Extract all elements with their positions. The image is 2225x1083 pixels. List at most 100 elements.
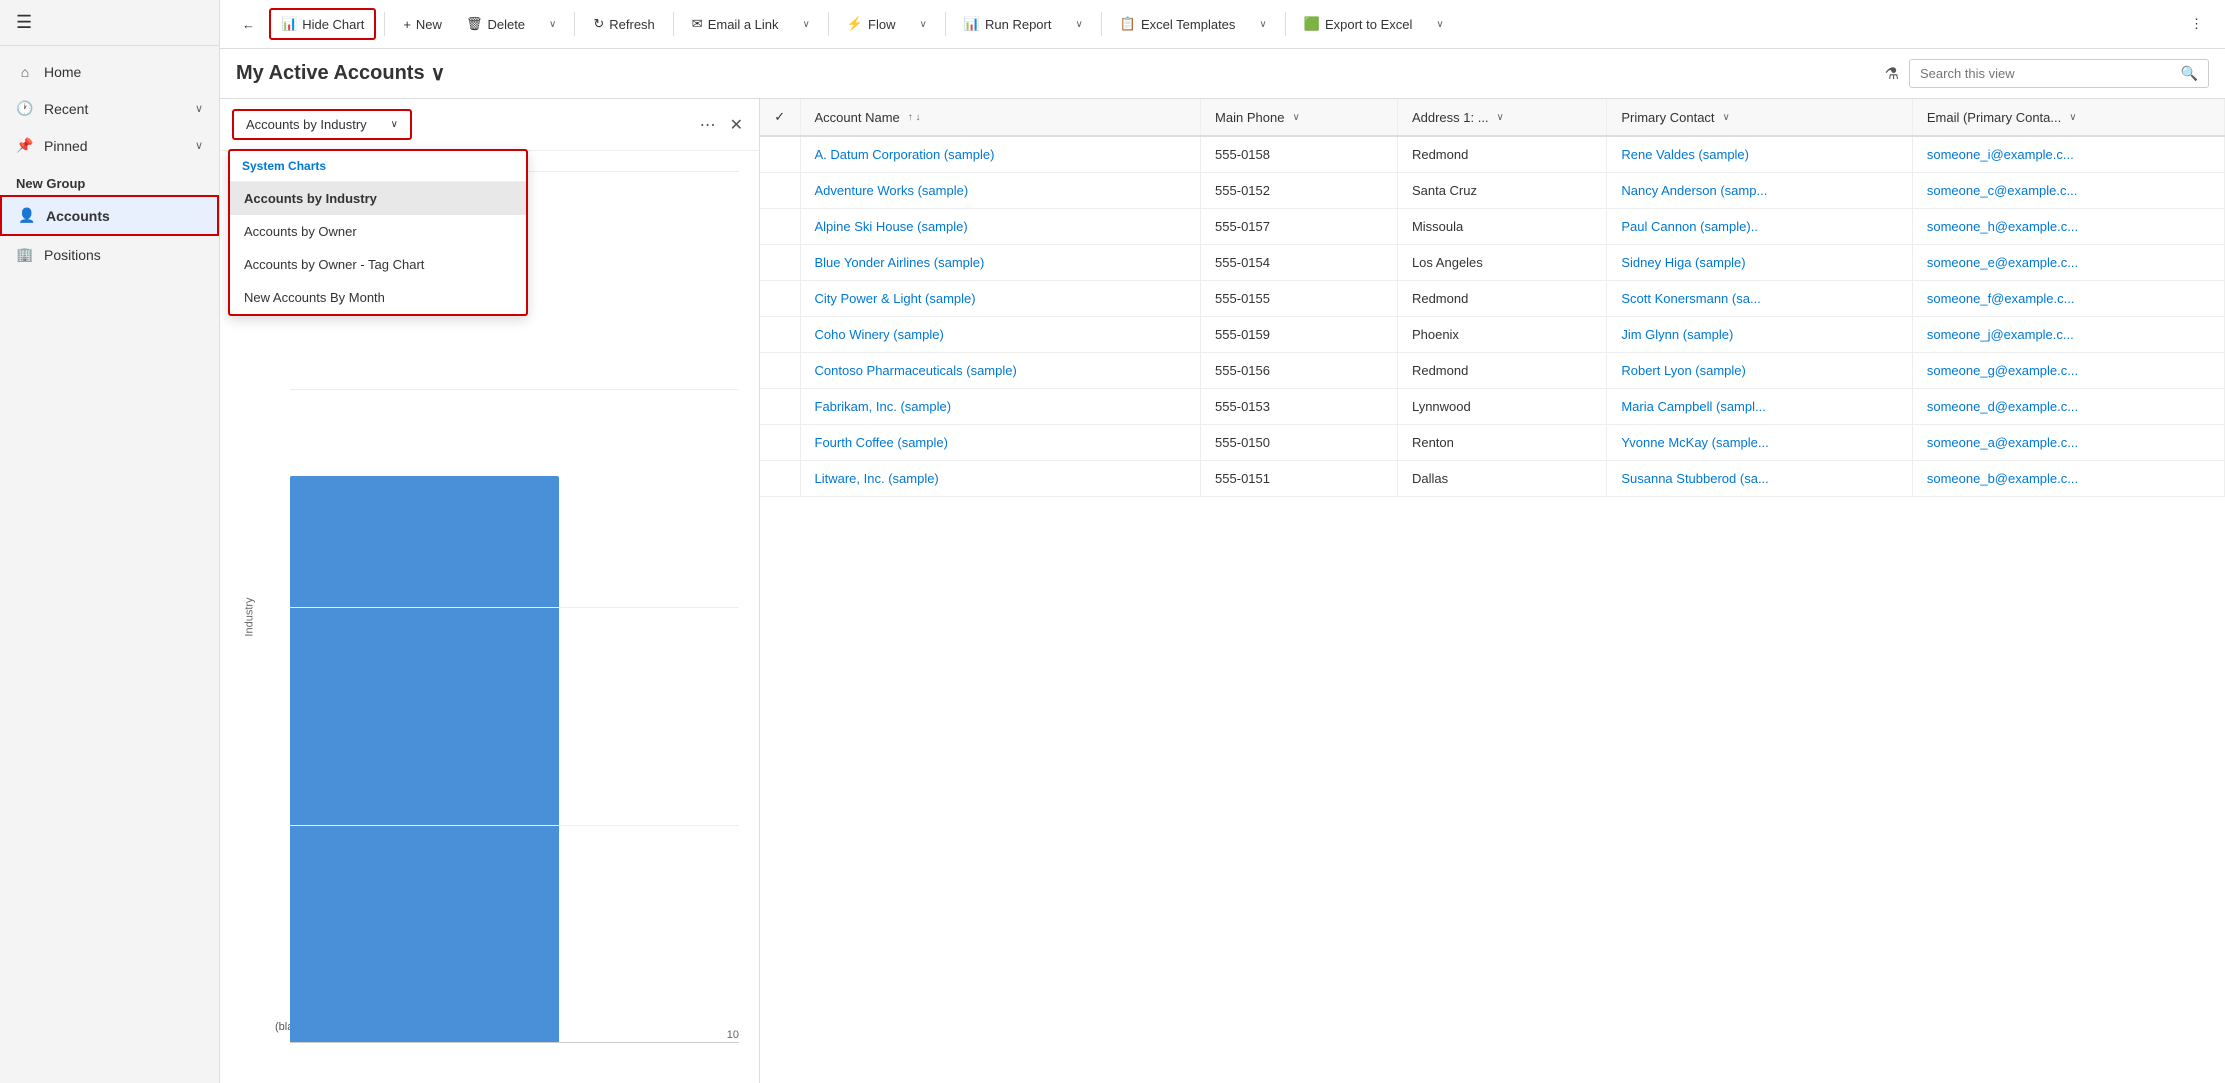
back-button[interactable]: ← <box>232 11 265 38</box>
row-check-9[interactable] <box>760 461 800 497</box>
th-account-name[interactable]: Account Name ↑ ↓ <box>800 99 1201 136</box>
row-contact-0[interactable]: Rene Valdes (sample) <box>1607 136 1913 173</box>
sidebar-item-accounts[interactable]: 👤 Accounts <box>0 195 219 236</box>
th-email[interactable]: Email (Primary Conta... ∨ <box>1912 99 2224 136</box>
row-email-1[interactable]: someone_c@example.c... <box>1912 173 2224 209</box>
row-contact-3[interactable]: Sidney Higa (sample) <box>1607 245 1913 281</box>
email-caret-button[interactable]: ∨ <box>793 13 820 36</box>
table-header: ✓ Account Name ↑ ↓ Main Phone ∨ <box>760 99 2225 136</box>
row-contact-1[interactable]: Nancy Anderson (samp... <box>1607 173 1913 209</box>
chart-selector-dropdown[interactable]: Accounts by Industry ∨ <box>232 109 412 140</box>
row-contact-8[interactable]: Yvonne McKay (sample... <box>1607 425 1913 461</box>
more-options-button[interactable]: ⋮ <box>2180 10 2213 38</box>
row-account-name-9[interactable]: Litware, Inc. (sample) <box>800 461 1201 497</box>
th-contact-sort-icon: ∨ <box>1723 112 1730 123</box>
row-account-name-1[interactable]: Adventure Works (sample) <box>800 173 1201 209</box>
th-phone-sort-icon: ∨ <box>1292 112 1299 123</box>
row-check-5[interactable] <box>760 317 800 353</box>
row-address-9: Dallas <box>1397 461 1606 497</box>
export-excel-button[interactable]: 🟩 Export to Excel <box>1294 10 1423 38</box>
sidebar-item-positions[interactable]: 🏢 Positions <box>0 236 219 273</box>
run-report-label: Run Report <box>985 17 1051 32</box>
refresh-button[interactable]: ↻ Refresh <box>583 10 664 38</box>
dropdown-item-by-owner-tag[interactable]: Accounts by Owner - Tag Chart <box>230 248 526 281</box>
flow-button[interactable]: ⚡ Flow <box>837 10 906 38</box>
th-main-phone[interactable]: Main Phone ∨ <box>1201 99 1398 136</box>
th-check[interactable]: ✓ <box>760 99 800 136</box>
row-email-6[interactable]: someone_g@example.c... <box>1912 353 2224 389</box>
table-row: Litware, Inc. (sample) 555-0151 Dallas S… <box>760 461 2225 497</box>
delete-caret-button[interactable]: ∨ <box>539 13 566 36</box>
row-phone-6: 555-0156 <box>1201 353 1398 389</box>
row-account-name-6[interactable]: Contoso Pharmaceuticals (sample) <box>800 353 1201 389</box>
accounts-table: ✓ Account Name ↑ ↓ Main Phone ∨ <box>760 99 2225 497</box>
row-contact-5[interactable]: Jim Glynn (sample) <box>1607 317 1913 353</box>
chart-bar-1[interactable] <box>290 476 559 1043</box>
row-account-name-0[interactable]: A. Datum Corporation (sample) <box>800 136 1201 173</box>
row-contact-9[interactable]: Susanna Stubberod (sa... <box>1607 461 1913 497</box>
filter-icon[interactable]: ⚗ <box>1885 64 1899 84</box>
recent-icon: 🕐 <box>16 100 34 117</box>
hide-chart-button[interactable]: 📊 Hide Chart <box>269 8 376 40</box>
chart-close-button[interactable]: ✕ <box>726 111 747 139</box>
search-input[interactable] <box>1920 66 2173 81</box>
row-account-name-5[interactable]: Coho Winery (sample) <box>800 317 1201 353</box>
sidebar-item-recent[interactable]: 🕐 Recent ∨ <box>0 90 219 127</box>
new-button[interactable]: + New <box>393 11 452 38</box>
sidebar-item-pinned[interactable]: 📌 Pinned ∨ <box>0 127 219 164</box>
row-check-1[interactable] <box>760 173 800 209</box>
row-account-name-3[interactable]: Blue Yonder Airlines (sample) <box>800 245 1201 281</box>
separator-4 <box>828 12 829 36</box>
run-report-button[interactable]: 📊 Run Report <box>954 10 1062 38</box>
row-check-3[interactable] <box>760 245 800 281</box>
row-email-8[interactable]: someone_a@example.c... <box>1912 425 2224 461</box>
email-link-button[interactable]: ✉ Email a Link <box>682 10 789 38</box>
row-check-6[interactable] <box>760 353 800 389</box>
hamburger-icon[interactable]: ☰ <box>16 12 32 32</box>
row-email-7[interactable]: someone_d@example.c... <box>1912 389 2224 425</box>
row-account-name-7[interactable]: Fabrikam, Inc. (sample) <box>800 389 1201 425</box>
table-body: A. Datum Corporation (sample) 555-0158 R… <box>760 136 2225 497</box>
chart-selector-caret-icon: ∨ <box>391 119 398 130</box>
row-email-5[interactable]: someone_j@example.c... <box>1912 317 2224 353</box>
search-icon[interactable]: 🔍 <box>2181 65 2198 82</box>
delete-button[interactable]: 🗑 Delete <box>456 10 535 38</box>
run-report-caret-button[interactable]: ∨ <box>1065 13 1092 36</box>
row-email-3[interactable]: someone_e@example.c... <box>1912 245 2224 281</box>
dropdown-item-new-by-month[interactable]: New Accounts By Month <box>230 281 526 314</box>
row-address-5: Phoenix <box>1397 317 1606 353</box>
excel-templates-caret-button[interactable]: ∨ <box>1249 13 1276 36</box>
row-email-4[interactable]: someone_f@example.c... <box>1912 281 2224 317</box>
row-contact-7[interactable]: Maria Campbell (sampl... <box>1607 389 1913 425</box>
row-check-4[interactable] <box>760 281 800 317</box>
row-address-8: Renton <box>1397 425 1606 461</box>
excel-templates-button[interactable]: 📋 Excel Templates <box>1110 10 1246 38</box>
chart-more-button[interactable]: ⋯ <box>696 111 720 139</box>
row-check-8[interactable] <box>760 425 800 461</box>
row-check-0[interactable] <box>760 136 800 173</box>
page-title-caret-icon[interactable]: ∨ <box>431 61 446 86</box>
table-row: Coho Winery (sample) 555-0159 Phoenix Ji… <box>760 317 2225 353</box>
row-contact-2[interactable]: Paul Cannon (sample).. <box>1607 209 1913 245</box>
row-email-2[interactable]: someone_h@example.c... <box>1912 209 2224 245</box>
row-account-name-4[interactable]: City Power & Light (sample) <box>800 281 1201 317</box>
row-contact-4[interactable]: Scott Konersmann (sa... <box>1607 281 1913 317</box>
dropdown-item-by-industry[interactable]: Accounts by Industry <box>230 182 526 215</box>
dropdown-item-by-owner[interactable]: Accounts by Owner <box>230 215 526 248</box>
row-email-9[interactable]: someone_b@example.c... <box>1912 461 2224 497</box>
sidebar-positions-label: Positions <box>44 247 101 263</box>
th-primary-contact[interactable]: Primary Contact ∨ <box>1607 99 1913 136</box>
th-address1[interactable]: Address 1: ... ∨ <box>1397 99 1606 136</box>
flow-caret-button[interactable]: ∨ <box>909 13 936 36</box>
row-email-0[interactable]: someone_i@example.c... <box>1912 136 2224 173</box>
export-caret-button[interactable]: ∨ <box>1426 13 1453 36</box>
export-excel-icon: 🟩 <box>1304 16 1320 32</box>
sidebar-group-label: New Group <box>0 164 219 195</box>
row-contact-6[interactable]: Robert Lyon (sample) <box>1607 353 1913 389</box>
row-account-name-8[interactable]: Fourth Coffee (sample) <box>800 425 1201 461</box>
row-check-2[interactable] <box>760 209 800 245</box>
row-account-name-2[interactable]: Alpine Ski House (sample) <box>800 209 1201 245</box>
sidebar-item-home[interactable]: ⌂ Home <box>0 54 219 90</box>
pinned-chevron-icon: ∨ <box>195 139 203 152</box>
row-check-7[interactable] <box>760 389 800 425</box>
